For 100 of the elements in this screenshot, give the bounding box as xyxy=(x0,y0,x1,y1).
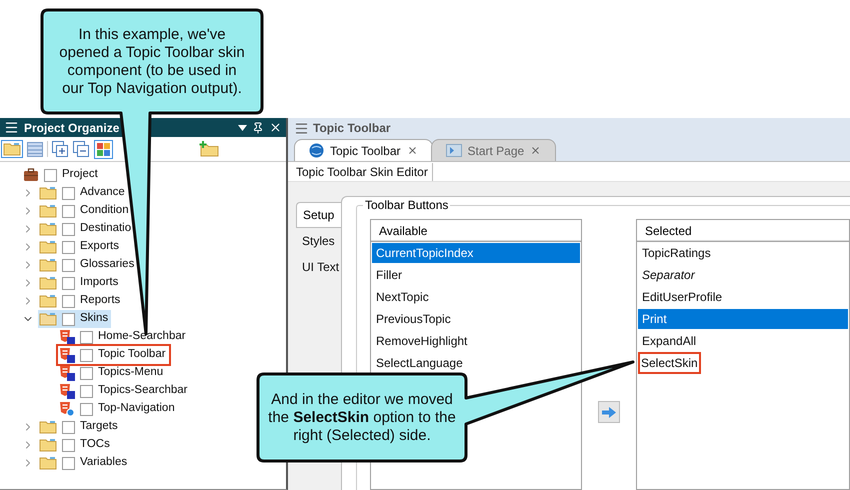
checkbox[interactable] xyxy=(44,168,57,182)
editor-title: Topic Toolbar Skin Editor xyxy=(296,162,433,180)
table-icon[interactable] xyxy=(27,142,43,156)
tree-item-label: Variables xyxy=(80,455,128,470)
menu-icon[interactable] xyxy=(4,120,19,135)
list-header: Selected xyxy=(637,220,849,242)
tree-item-label: Exports xyxy=(80,239,120,254)
tree-item[interactable]: Skins xyxy=(38,310,112,328)
pin-icon[interactable] xyxy=(252,122,264,134)
tree-item-label: Glossaries xyxy=(80,257,136,272)
list-item[interactable]: SelectSkin xyxy=(637,352,849,374)
list-item[interactable]: Print xyxy=(637,308,849,330)
checkbox[interactable] xyxy=(80,348,93,362)
tree-item-label: Topic Toolbar xyxy=(98,347,167,362)
globe-icon xyxy=(309,143,324,158)
checkbox[interactable] xyxy=(62,438,75,452)
new-folder-icon[interactable] xyxy=(199,141,219,157)
folder-icon xyxy=(39,240,57,254)
list-header: Available xyxy=(371,220,581,242)
tree-item[interactable]: Top-Navigation xyxy=(58,400,178,418)
tree-item-label: Skins xyxy=(80,311,110,326)
list-item[interactable]: PreviousTopic xyxy=(371,308,581,330)
open-folder-icon xyxy=(39,312,57,326)
tree-item[interactable]: Condition xyxy=(38,202,132,220)
tree-item[interactable]: Project xyxy=(22,166,101,184)
list-item[interactable]: Filler xyxy=(371,264,581,286)
list-item[interactable]: ExpandAll xyxy=(637,330,849,352)
tree-item-label: Topics-Menu xyxy=(98,365,164,380)
checkbox[interactable] xyxy=(62,294,75,308)
folder-icon xyxy=(39,420,57,434)
folder-icon xyxy=(39,438,57,452)
side-tab[interactable]: Styles xyxy=(296,228,341,254)
tree-item[interactable]: Reports xyxy=(38,292,124,310)
tree-item[interactable]: Topic Toolbar xyxy=(58,346,169,364)
checkbox[interactable] xyxy=(62,258,75,272)
menu-icon[interactable] xyxy=(294,120,309,136)
collapse-all-icon[interactable] xyxy=(73,141,90,157)
document-tab[interactable]: Topic Toolbar xyxy=(294,139,432,161)
checkbox[interactable] xyxy=(62,204,75,218)
list-item[interactable]: EditUserProfile xyxy=(637,286,849,308)
expand-all-icon[interactable] xyxy=(52,141,69,157)
folder-icon xyxy=(39,258,57,272)
dropdown-arrow-icon[interactable] xyxy=(238,124,247,130)
folder-icon xyxy=(39,204,57,218)
tree-item[interactable]: Home-Searchbar xyxy=(58,328,189,346)
tree-item-label: Destinatio xyxy=(80,221,132,236)
tree-item[interactable]: Topics-Searchbar xyxy=(58,382,190,400)
tree-item[interactable]: Destinatio xyxy=(38,220,134,238)
close-icon[interactable] xyxy=(269,121,282,134)
checkbox[interactable] xyxy=(80,384,93,398)
tree-item-label: Imports xyxy=(80,275,120,290)
list-item[interactable]: CurrentTopicIndex xyxy=(371,242,581,264)
skin-gear-icon xyxy=(59,401,75,417)
checkbox[interactable] xyxy=(62,186,75,200)
tree-item-label: Top-Navigation xyxy=(98,401,176,416)
list-item[interactable]: RemoveHighlight xyxy=(371,330,581,352)
tree-item-label: Reports xyxy=(80,293,122,308)
tree-item-label: TOCs xyxy=(80,437,111,452)
tree-item-label: Advance xyxy=(80,185,126,200)
checkbox[interactable] xyxy=(62,240,75,254)
document-title: Topic Toolbar xyxy=(313,120,391,137)
skin-component-icon xyxy=(59,383,75,399)
folder-icon xyxy=(39,456,57,470)
checkbox[interactable] xyxy=(80,402,93,416)
checkbox[interactable] xyxy=(80,366,93,380)
checkbox[interactable] xyxy=(62,222,75,236)
tree-item-label: Targets xyxy=(80,419,119,434)
tree-item-label: Home-Searchbar xyxy=(98,329,187,344)
move-right-button[interactable] xyxy=(598,401,620,423)
tree-item[interactable]: Advance xyxy=(38,184,128,202)
callout-text: And in the editor we moved the SelectSkin option to the right (Selected) side. xyxy=(268,390,456,444)
tree-item[interactable]: TOCs xyxy=(38,436,113,454)
list-item[interactable]: TopicRatings xyxy=(637,242,849,264)
checkbox[interactable] xyxy=(62,276,75,290)
checkbox[interactable] xyxy=(62,312,75,326)
folder-icon xyxy=(3,142,21,156)
document-tab[interactable]: Start Page xyxy=(430,139,556,161)
open-folder-tool[interactable] xyxy=(1,140,23,158)
side-tab[interactable]: Setup xyxy=(296,202,341,228)
checkbox[interactable] xyxy=(62,420,75,434)
briefcase-icon xyxy=(23,168,39,182)
checkbox[interactable] xyxy=(80,330,93,344)
skin-component-icon xyxy=(59,347,75,363)
checkbox[interactable] xyxy=(62,456,75,470)
list-item[interactable]: NextTopic xyxy=(371,286,581,308)
tree-item[interactable]: Exports xyxy=(38,238,122,256)
tree-item-label: Topics-Searchbar xyxy=(98,383,188,398)
tree-item-label: Project xyxy=(62,167,99,182)
folder-icon xyxy=(39,276,57,290)
list-item[interactable]: Separator xyxy=(637,264,849,286)
tree-item[interactable]: Topics-Menu xyxy=(58,364,166,382)
color-grid-tool[interactable] xyxy=(94,140,113,158)
tree-item[interactable]: Targets xyxy=(38,418,121,436)
skin-component-icon xyxy=(59,365,75,381)
list-item[interactable]: SelectLanguage xyxy=(371,352,581,374)
tree-item[interactable]: Glossaries xyxy=(38,256,138,274)
close-icon[interactable] xyxy=(406,145,418,156)
side-tab[interactable]: UI Text xyxy=(296,254,341,280)
tree-item[interactable]: Variables xyxy=(38,454,130,472)
tree-item[interactable]: Imports xyxy=(38,274,122,292)
